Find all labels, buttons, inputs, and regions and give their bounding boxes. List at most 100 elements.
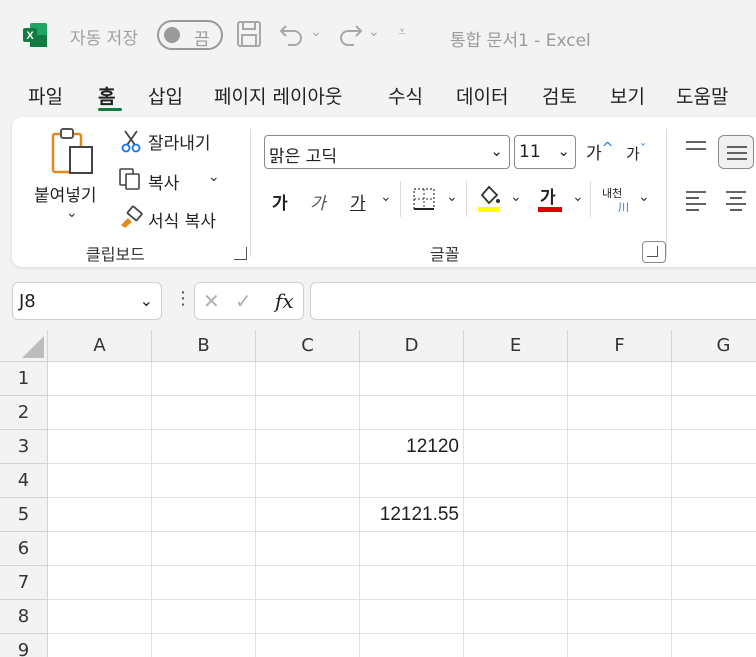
tab-data[interactable]: 데이터 <box>456 82 508 109</box>
row-header-7[interactable]: 7 <box>0 566 48 600</box>
tab-insert[interactable]: 삽입 <box>148 82 183 109</box>
tab-home[interactable]: 홈 <box>98 82 115 109</box>
column-header-c[interactable]: C <box>256 330 360 362</box>
font-color-dropdown-chevron-icon[interactable]: ⌄ <box>572 189 584 205</box>
paste-button-label[interactable]: 붙여넣기 <box>34 181 97 206</box>
cell-g5[interactable] <box>672 498 756 532</box>
more-options-icon[interactable]: ⋮ <box>174 288 192 309</box>
cell-c6[interactable] <box>256 532 360 566</box>
cell-b5[interactable] <box>152 498 256 532</box>
row-header-3[interactable]: 3 <box>0 430 48 464</box>
bold-button[interactable]: 가 <box>272 189 288 214</box>
redo-icon[interactable] <box>336 22 364 48</box>
cut-button-label[interactable]: 잘라내기 <box>148 129 211 154</box>
column-header-a[interactable]: A <box>48 330 152 362</box>
cell-e4[interactable] <box>464 464 568 498</box>
cell-f4[interactable] <box>568 464 672 498</box>
cell-b9[interactable] <box>152 634 256 657</box>
cell-a3[interactable] <box>48 430 152 464</box>
scissors-icon[interactable] <box>120 129 142 153</box>
customize-toolbar-icon[interactable]: ⩡ <box>398 24 406 40</box>
cell-e8[interactable] <box>464 600 568 634</box>
insert-function-icon[interactable]: fx <box>275 289 294 313</box>
cell-g7[interactable] <box>672 566 756 600</box>
cell-b3[interactable] <box>152 430 256 464</box>
cell-f2[interactable] <box>568 396 672 430</box>
cell-e6[interactable] <box>464 532 568 566</box>
cell-g2[interactable] <box>672 396 756 430</box>
autosave-toggle[interactable]: 끔 <box>157 20 223 50</box>
fill-color-icon[interactable] <box>476 183 502 213</box>
cell-f5[interactable] <box>568 498 672 532</box>
cell-b1[interactable] <box>152 362 256 396</box>
italic-button[interactable]: 가 <box>310 189 326 214</box>
cell-g4[interactable] <box>672 464 756 498</box>
align-left-icon[interactable] <box>684 189 708 211</box>
tab-formulas[interactable]: 수식 <box>388 82 423 109</box>
borders-dropdown-chevron-icon[interactable]: ⌄ <box>446 189 458 205</box>
cell-d4[interactable] <box>360 464 464 498</box>
phonetic-dropdown-chevron-icon[interactable]: ⌄ <box>638 189 650 205</box>
tab-view[interactable]: 보기 <box>610 82 645 109</box>
tab-review[interactable]: 검토 <box>542 82 577 109</box>
cell-f6[interactable] <box>568 532 672 566</box>
cell-e7[interactable] <box>464 566 568 600</box>
fill-color-dropdown-chevron-icon[interactable]: ⌄ <box>510 189 522 205</box>
cell-f9[interactable] <box>568 634 672 657</box>
align-center-icon[interactable] <box>724 189 748 211</box>
cell-e1[interactable] <box>464 362 568 396</box>
cell-c5[interactable] <box>256 498 360 532</box>
cell-g9[interactable] <box>672 634 756 657</box>
cell-b4[interactable] <box>152 464 256 498</box>
tab-help[interactable]: 도움말 <box>676 82 728 109</box>
tab-page-layout[interactable]: 페이지 레이아웃 <box>214 82 342 109</box>
cell-c2[interactable] <box>256 396 360 430</box>
cell-a1[interactable] <box>48 362 152 396</box>
row-header-9[interactable]: 9 <box>0 634 48 657</box>
copy-button-label[interactable]: 복사 <box>148 169 179 194</box>
cell-a7[interactable] <box>48 566 152 600</box>
column-header-d[interactable]: D <box>360 330 464 362</box>
format-painter-label[interactable]: 서식 복사 <box>148 207 216 232</box>
cell-g3[interactable] <box>672 430 756 464</box>
font-color-button[interactable]: 가 <box>540 183 556 208</box>
cell-d6[interactable] <box>360 532 464 566</box>
cell-g1[interactable] <box>672 362 756 396</box>
font-launcher-button[interactable] <box>642 241 666 263</box>
undo-icon[interactable] <box>278 22 306 48</box>
underline-dropdown-chevron-icon[interactable]: ⌄ <box>380 189 392 205</box>
cell-a9[interactable] <box>48 634 152 657</box>
cell-c7[interactable] <box>256 566 360 600</box>
enter-check-icon[interactable]: ✓ <box>235 289 252 313</box>
cell-c1[interactable] <box>256 362 360 396</box>
shrink-font-button[interactable]: 가ˇ <box>626 141 646 164</box>
cell-b2[interactable] <box>152 396 256 430</box>
column-header-e[interactable]: E <box>464 330 568 362</box>
cell-f7[interactable] <box>568 566 672 600</box>
tab-file[interactable]: 파일 <box>28 82 63 109</box>
cell-d5[interactable]: 12121.55 <box>360 498 464 532</box>
middle-align-button[interactable] <box>718 135 754 169</box>
undo-dropdown-chevron-icon[interactable]: ⌄ <box>310 24 322 40</box>
row-header-4[interactable]: 4 <box>0 464 48 498</box>
cell-f1[interactable] <box>568 362 672 396</box>
column-header-g[interactable]: G <box>672 330 756 362</box>
top-align-icon[interactable] <box>684 139 708 159</box>
format-painter-icon[interactable] <box>118 205 144 229</box>
cell-d9[interactable] <box>360 634 464 657</box>
cell-a2[interactable] <box>48 396 152 430</box>
paste-icon[interactable] <box>50 127 96 177</box>
redo-dropdown-chevron-icon[interactable]: ⌄ <box>368 24 380 40</box>
column-header-b[interactable]: B <box>152 330 256 362</box>
cell-a6[interactable] <box>48 532 152 566</box>
cell-a5[interactable] <box>48 498 152 532</box>
cell-e2[interactable] <box>464 396 568 430</box>
row-header-6[interactable]: 6 <box>0 532 48 566</box>
grow-font-button[interactable]: 가^ <box>586 139 614 164</box>
cell-f8[interactable] <box>568 600 672 634</box>
cell-d7[interactable] <box>360 566 464 600</box>
name-box[interactable]: J8 ⌄ <box>12 282 162 320</box>
cell-g6[interactable] <box>672 532 756 566</box>
cell-c8[interactable] <box>256 600 360 634</box>
copy-icon[interactable] <box>118 167 142 191</box>
